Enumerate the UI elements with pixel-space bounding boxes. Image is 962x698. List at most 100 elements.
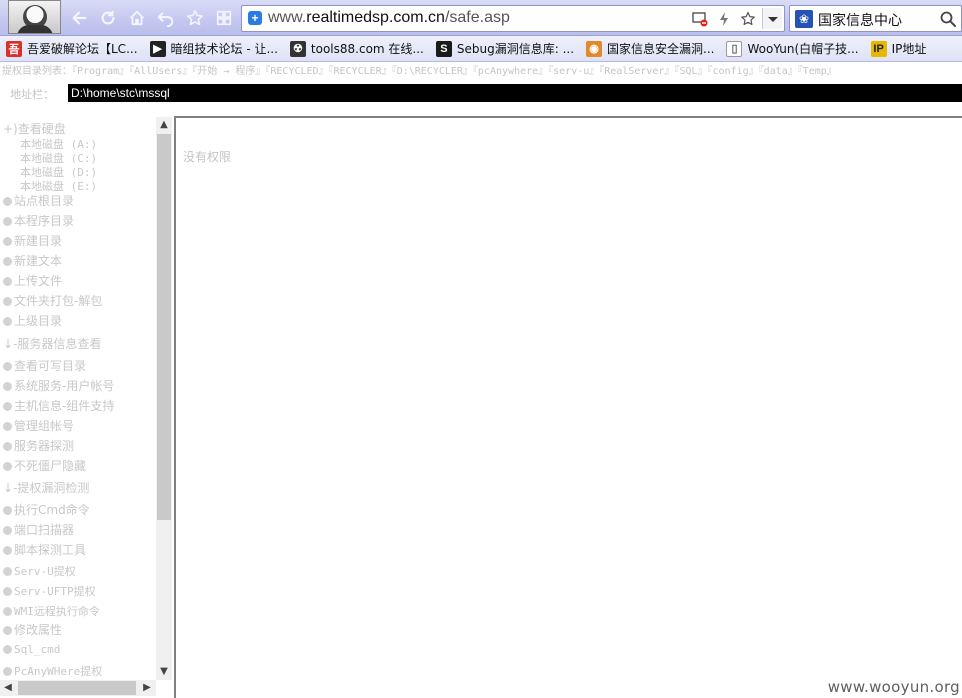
sidebar-item-exploit[interactable]: 执行Cmd命令 (3, 503, 90, 517)
sidebar-item-label: +)查看硬盘 (3, 122, 66, 136)
sidebar-item-file[interactable]: 站点根目录 (3, 194, 74, 208)
sidebar-header-server[interactable]: ↓-服务器信息查看 (3, 337, 101, 351)
bookmark-favicon-icon: ▶ (149, 40, 166, 57)
bookmark-star-icon[interactable] (738, 9, 758, 29)
sidebar-item-label: 系统服务-用户帐号 (14, 379, 115, 393)
sidebar-item-label: 管理组帐号 (14, 419, 75, 433)
home-icon[interactable] (126, 7, 148, 29)
bookmark-favicon-icon: S (435, 40, 452, 57)
sidebar-item-drive[interactable]: 本地磁盘 (E:) (20, 178, 97, 194)
sidebar-item-exploit[interactable]: 脚本探测工具 (3, 543, 86, 557)
bookmark-item[interactable]: 吾吾爱破解论坛【LC... (0, 38, 144, 60)
sidebar-item-file[interactable]: 新建文本 (3, 254, 62, 268)
bullet-icon (3, 197, 12, 206)
bullet-icon (3, 382, 12, 391)
sidebar-item-server[interactable]: 服务器探测 (3, 439, 74, 453)
url-bar[interactable]: + www.realtimedsp.com.cn/safe.asp (241, 5, 785, 32)
sidebar-item-exploit[interactable]: 端口扫描器 (3, 523, 74, 537)
sidebar-header-drives[interactable]: +)查看硬盘 (3, 122, 66, 136)
sidebar-item-file[interactable]: 新建目录 (3, 234, 62, 248)
block-window-icon[interactable] (690, 9, 710, 29)
scroll-up-icon[interactable]: ▲ (159, 120, 169, 130)
sidebar-header-exploit[interactable]: ↓-提权漏洞检测 (3, 481, 89, 495)
bullet-icon (3, 667, 12, 676)
sidebar-item-exploit[interactable]: WMI远程执行命令 (3, 603, 100, 619)
back-arrow-icon[interactable] (68, 7, 90, 29)
sidebar-item-exploit[interactable]: Sql_cmd (3, 643, 60, 656)
sidebar-item-label: 脚本探测工具 (14, 543, 87, 557)
sidebar-vertical-scrollbar[interactable]: ▲ ▼ (156, 117, 172, 680)
sidebar-item-label: Serv-U提权 (14, 565, 76, 578)
scroll-right-icon[interactable]: ▶ (142, 683, 152, 693)
search-box[interactable]: ❀ 国家信息中心 (789, 5, 962, 32)
sidebar-item-label: 不死僵尸隐藏 (14, 459, 87, 473)
search-icon[interactable] (939, 10, 957, 28)
bookmark-favicon-icon: ▯ (726, 40, 743, 57)
sidebar-item-label: 服务器探测 (14, 439, 75, 453)
bullet-icon (3, 277, 12, 286)
bullet-icon (3, 362, 12, 371)
sidebar-item-server[interactable]: 系统服务-用户帐号 (3, 379, 114, 393)
sidebar-horizontal-scrollbar[interactable]: ◀ ▶ (0, 680, 156, 696)
user-avatar[interactable] (8, 0, 61, 34)
sidebar-item-exploit[interactable]: Serv-UFTP提权 (3, 583, 96, 599)
baidu-paw-icon[interactable]: ❀ (795, 10, 813, 28)
bullet-icon (3, 546, 12, 555)
sidebar-item-server[interactable]: 查看可写目录 (3, 359, 86, 373)
sidebar-item-server[interactable]: 管理组帐号 (3, 419, 74, 433)
bullet-icon (3, 257, 12, 266)
star-icon[interactable] (184, 7, 206, 29)
path-address-input[interactable] (68, 84, 962, 102)
reload-icon[interactable] (97, 7, 119, 29)
sidebar-item-file[interactable]: 上级目录 (3, 314, 62, 328)
sidebar-item-label: ↓-服务器信息查看 (3, 337, 102, 351)
bookmark-item[interactable]: ▶ 暗组技术论坛 - 让... (144, 38, 284, 60)
browser-toolbar: + www.realtimedsp.com.cn/safe.asp ❀ 国家信息… (0, 0, 962, 36)
sidebar-item-server[interactable]: 主机信息-组件支持 (3, 399, 114, 413)
sidebar-item-file[interactable]: 文件夹打包-解包 (3, 294, 102, 308)
sidebar-item-file[interactable]: 上传文件 (3, 274, 62, 288)
sidebar-item-label: 端口扫描器 (14, 523, 75, 537)
sidebar-item-label: 新建文本 (14, 254, 63, 268)
bookmark-item[interactable]: ◉ 国家信息安全漏洞... (580, 38, 720, 60)
sidebar-item-exploit[interactable]: PcAnyWHere提权 (3, 663, 102, 679)
bookmark-favicon-icon: IP (870, 40, 887, 57)
scroll-down-icon[interactable]: ▼ (159, 667, 169, 677)
bookmarks-bar: 吾吾爱破解论坛【LC... ▶ 暗组技术论坛 - 让... ☢ tools88.com … (0, 36, 962, 62)
privilege-dir-links[interactable]: 提权目录列表：『Program』『AllUsers』『开始 → 程序』『RECY… (0, 64, 962, 80)
sidebar-item-exploit[interactable]: 修改属性 (3, 623, 62, 637)
bookmark-favicon-icon: ☢ (289, 40, 306, 57)
sidebar-item-label: 文件夹打包-解包 (14, 294, 103, 308)
sidebar-item-exploit[interactable]: Serv-U提权 (3, 563, 76, 579)
bookmark-item[interactable]: ▯ WooYun(白帽子技... (720, 38, 864, 60)
sidebar-item-label: 上传文件 (14, 274, 63, 288)
url-text[interactable]: www.realtimedsp.com.cn/safe.asp (268, 9, 510, 27)
bookmark-item[interactable]: ☢ tools88.com 在线... (284, 38, 430, 60)
bookmark-label: 国家信息安全漏洞... (607, 42, 715, 56)
sidebar-item-label: WMI远程执行命令 (14, 605, 100, 618)
bookmark-label: IP地址 (891, 42, 927, 56)
bullet-icon (3, 317, 12, 326)
bookmark-label: tools88.com 在线... (310, 42, 424, 56)
lightning-icon[interactable] (714, 9, 734, 29)
main-content-frame: 没有权限 (174, 116, 962, 698)
sidebar-item-label: 本地磁盘 (E:) (20, 180, 98, 193)
bookmark-favicon-icon: 吾 (6, 40, 22, 57)
sidebar-item-file[interactable]: 本程序目录 (3, 214, 74, 228)
bullet-icon (3, 526, 12, 535)
bullet-icon (3, 297, 12, 306)
undo-icon[interactable] (155, 7, 177, 29)
bookmark-item[interactable]: IP IP地址 (865, 38, 933, 60)
scroll-left-icon[interactable]: ◀ (3, 683, 13, 693)
bookmark-label: 暗组技术论坛 - 让... (170, 42, 278, 56)
scroll-thumb[interactable] (157, 134, 171, 520)
grid-icon[interactable] (213, 7, 235, 29)
search-input[interactable]: 国家信息中心 (818, 10, 902, 30)
hscroll-thumb[interactable] (18, 681, 136, 695)
sidebar-item-label: 上级目录 (14, 314, 63, 328)
bookmark-item[interactable]: S Sebug漏洞信息库: ... (430, 38, 580, 60)
sidebar-item-server[interactable]: 不死僵尸隐藏 (3, 459, 86, 473)
chevron-down-icon[interactable] (762, 8, 782, 29)
bullet-icon (3, 587, 12, 596)
sidebar-item-label: Sql_cmd (14, 643, 61, 656)
